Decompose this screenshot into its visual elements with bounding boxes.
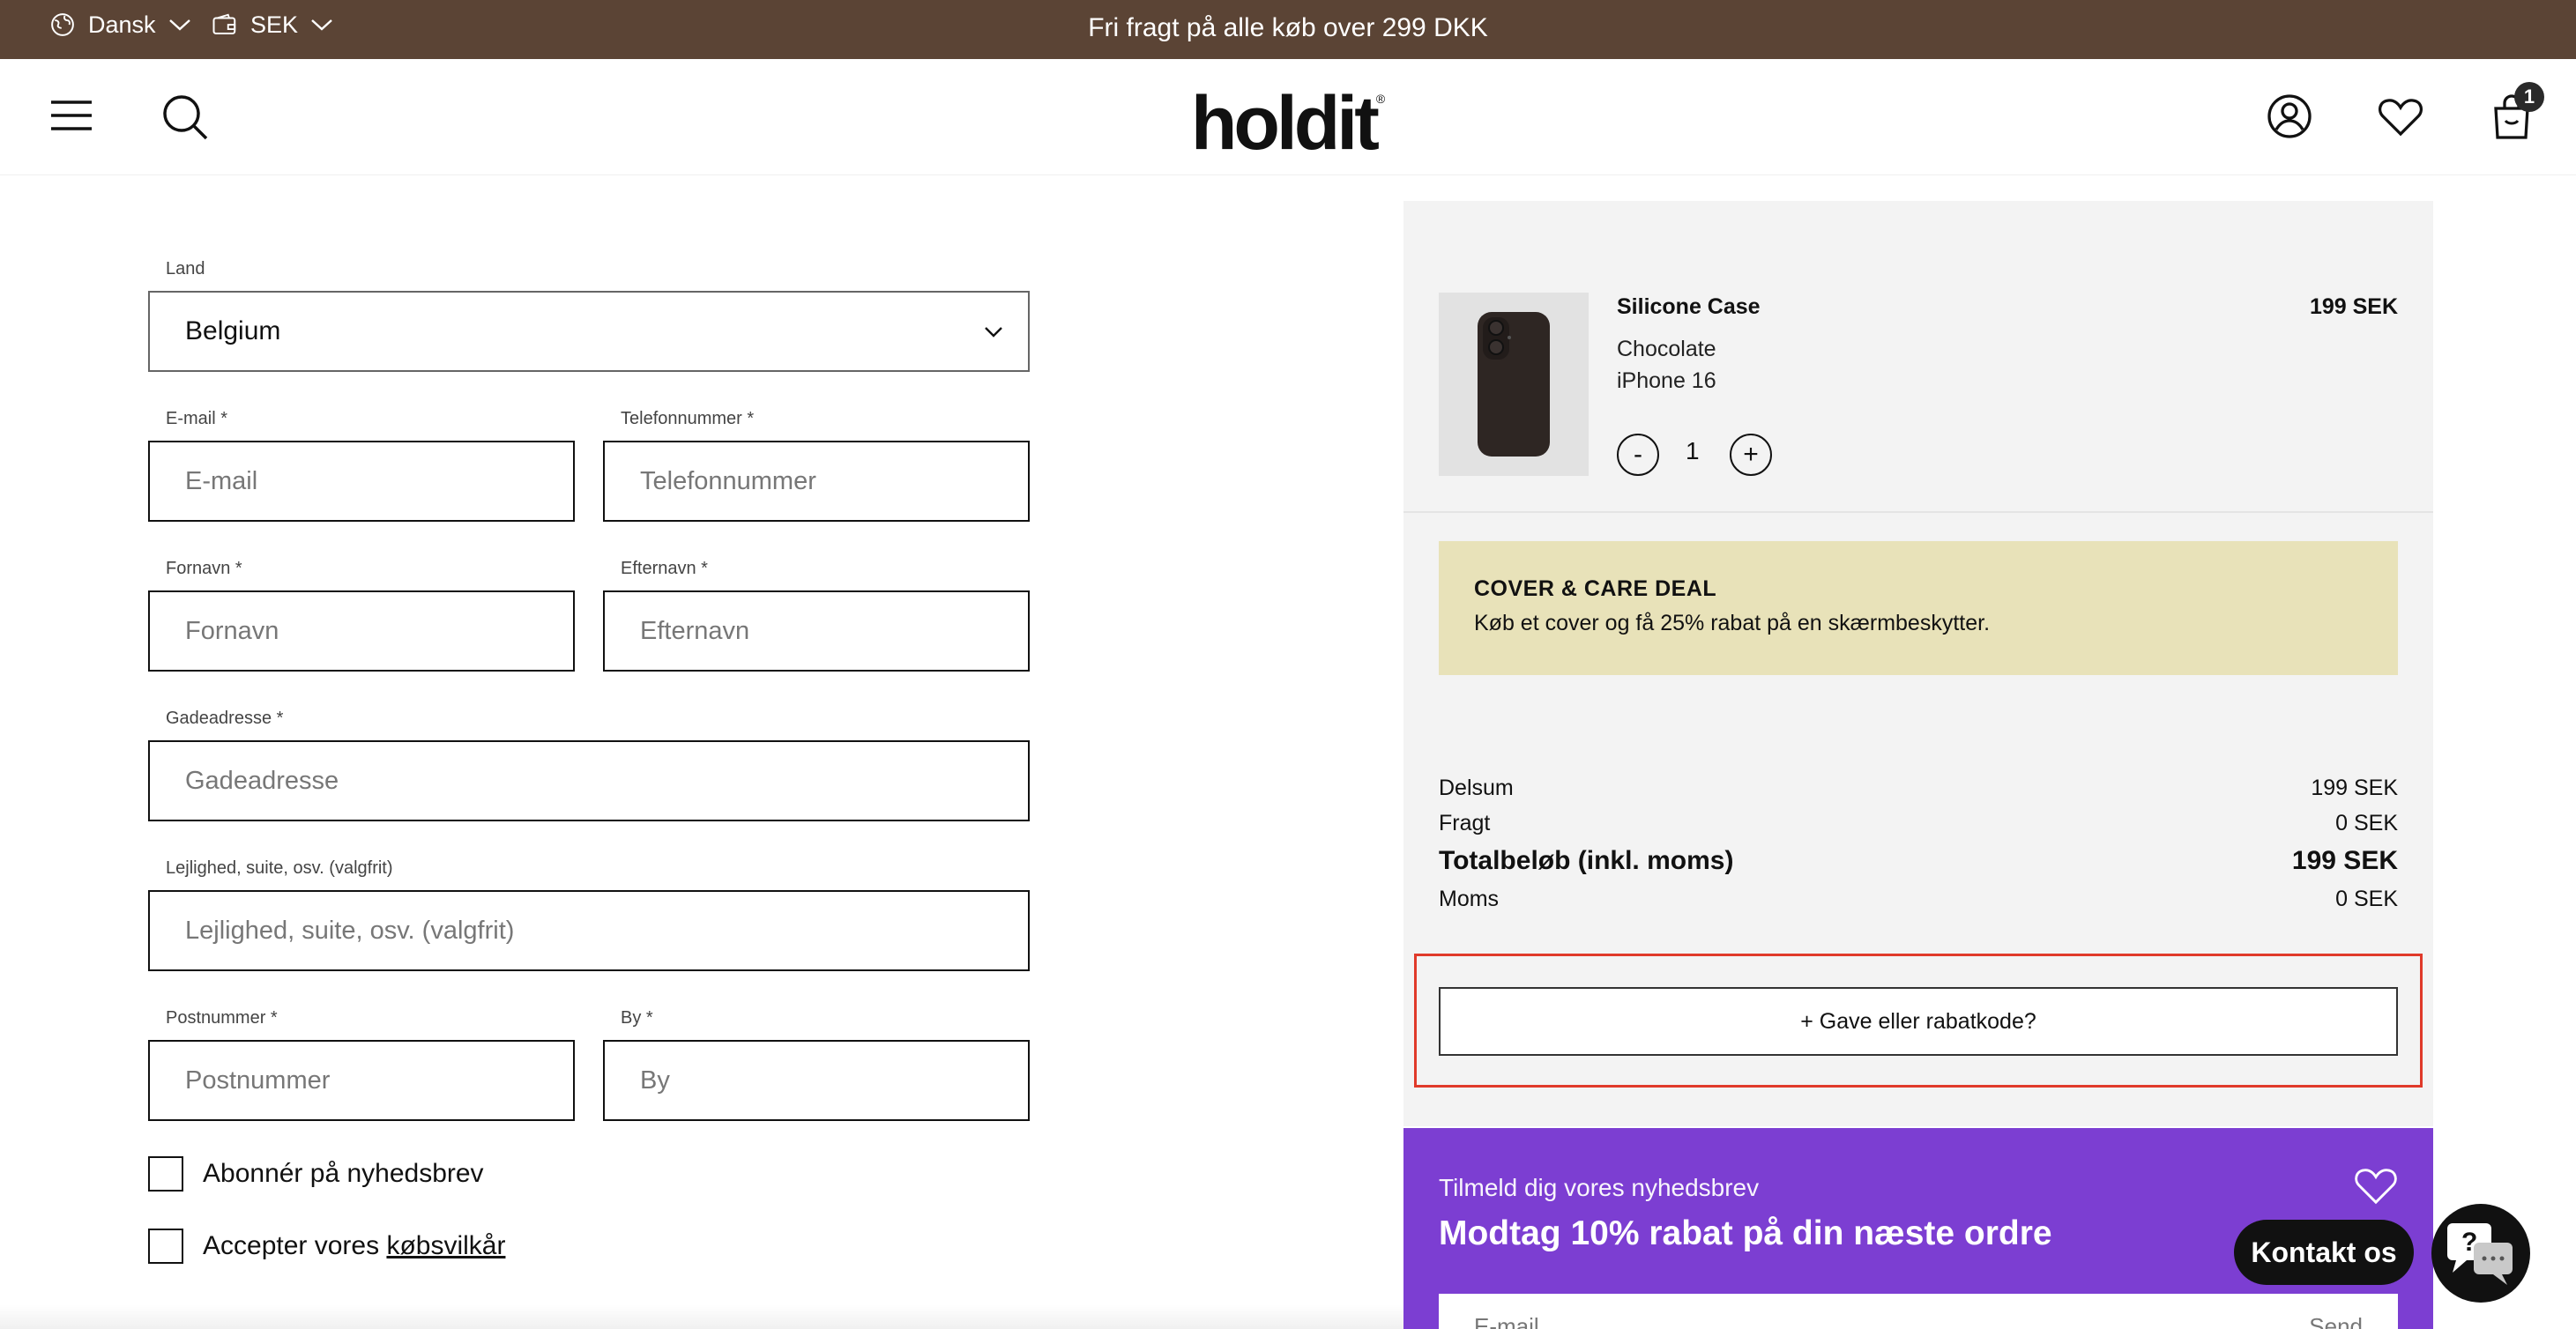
minus-glyph: -	[1634, 440, 1642, 469]
street-field-box	[148, 740, 1030, 821]
deal-text: Køb et cover og få 25% rabat på en skærm…	[1474, 611, 1991, 635]
terms-checkbox[interactable]	[148, 1229, 183, 1264]
newsletter-checkbox-row[interactable]: Abonnér på nyhedsbrev	[148, 1156, 484, 1192]
first-name-label: Fornavn *	[166, 559, 242, 578]
apartment-label: Lejlighed, suite, osv. (valgfrit)	[166, 858, 393, 878]
quantity-value: 1	[1686, 437, 1700, 464]
product-model: iPhone 16	[1617, 368, 1716, 393]
product-color: Chocolate	[1617, 337, 1716, 361]
registered-mark: ®	[1375, 92, 1386, 106]
postcode-label: Postnummer *	[166, 1008, 278, 1028]
newsletter-kicker: Tilmeld dig vores nyhedsbrev	[1439, 1174, 1760, 1201]
account-icon[interactable]	[2266, 93, 2313, 140]
newsletter-email-input[interactable]: E-mail Send	[1439, 1294, 2398, 1329]
first-name-field-box	[148, 590, 575, 672]
phone-field[interactable]	[605, 442, 1028, 520]
summary-divider	[1403, 511, 2433, 513]
deal-title: COVER & CARE DEAL	[1474, 576, 1717, 601]
apartment-field[interactable]	[150, 892, 1028, 969]
product-name: Silicone Case	[1617, 294, 1761, 319]
total-row: Totalbeløb (inkl. moms) 199 SEK	[1439, 846, 2398, 876]
country-label: Land	[166, 259, 205, 278]
gift-discount-code-button[interactable]: + Gave eller rabatkode?	[1439, 987, 2398, 1056]
newsletter-send-button[interactable]: Send	[2309, 1313, 2363, 1329]
cart-count-badge: 1	[2514, 82, 2544, 112]
subtotal-row: Delsum 199 SEK	[1439, 776, 2398, 801]
last-name-field[interactable]	[605, 592, 1028, 670]
product-price: 199 SEK	[2309, 294, 2398, 319]
newsletter-checkbox[interactable]	[148, 1156, 183, 1192]
quantity-increase-button[interactable]: +	[1730, 434, 1772, 476]
country-value: Belgium	[185, 316, 281, 345]
email-field-box	[148, 441, 575, 522]
last-name-label: Efternavn *	[621, 559, 708, 578]
city-field[interactable]	[605, 1042, 1028, 1119]
shipping-label: Fragt	[1439, 811, 1491, 835]
phone-label: Telefonnummer *	[621, 409, 755, 428]
shipping-row: Fragt 0 SEK	[1439, 811, 2398, 836]
site-header: holdit® 1	[0, 59, 2576, 175]
vat-value: 0 SEK	[2335, 887, 2398, 911]
heart-icon	[2355, 1169, 2397, 1205]
terms-label: Accepter vores	[203, 1231, 380, 1260]
shipping-value: 0 SEK	[2335, 811, 2398, 835]
postcode-field[interactable]	[150, 1042, 573, 1119]
terms-link[interactable]: købsvilkår	[386, 1231, 505, 1260]
brand-logo[interactable]: holdit®	[0, 80, 2576, 167]
email-field[interactable]	[150, 442, 573, 520]
cart-icon[interactable]: 1	[2491, 82, 2544, 140]
postcode-field-box	[148, 1040, 575, 1121]
street-label: Gadeadresse *	[166, 709, 284, 728]
subtotal-value: 199 SEK	[2311, 776, 2398, 800]
bottom-shadow	[0, 1304, 1403, 1329]
newsletter-checkbox-label: Abonnér på nyhedsbrev	[203, 1159, 484, 1188]
country-select[interactable]: Belgium	[148, 291, 1030, 372]
chat-glyph: ?	[2461, 1228, 2477, 1257]
vat-row: Moms 0 SEK	[1439, 887, 2398, 912]
street-field[interactable]	[150, 742, 1028, 820]
total-label: Totalbeløb (inkl. moms)	[1439, 846, 1734, 875]
plus-glyph: +	[1743, 440, 1759, 469]
total-value: 199 SEK	[2291, 846, 2398, 875]
newsletter-headline: Modtag 10% rabat på din næste ordre	[1439, 1214, 2052, 1252]
product-thumbnail[interactable]	[1439, 293, 1589, 476]
free-shipping-message: Fri fragt på alle køb over 299 DKK	[1088, 13, 1488, 42]
announcement-bar: Dansk SEK Fri fragt på alle køb over 299…	[0, 0, 2576, 59]
city-field-box	[603, 1040, 1030, 1121]
newsletter-email-placeholder: E-mail	[1474, 1313, 1539, 1329]
chat-bubble-icon: ?	[2447, 1223, 2513, 1285]
terms-checkbox-row[interactable]: Accepter vores købsvilkår	[148, 1229, 505, 1264]
chevron-down-icon	[985, 327, 1002, 338]
quantity-decrease-button[interactable]: -	[1617, 434, 1659, 476]
subtotal-label: Delsum	[1439, 776, 1514, 800]
apartment-field-box	[148, 890, 1030, 971]
contact-us-button[interactable]: Kontakt os	[2234, 1220, 2414, 1285]
chat-launcher[interactable]: ?	[2431, 1204, 2530, 1303]
first-name-field[interactable]	[150, 592, 573, 670]
email-label: E-mail *	[166, 409, 228, 428]
cover-care-deal-banner: COVER & CARE DEAL Køb et cover og få 25%…	[1439, 541, 2398, 675]
phone-field-box	[603, 441, 1030, 522]
city-label: By *	[621, 1008, 653, 1028]
phone-case-image	[1478, 312, 1550, 457]
last-name-field-box	[603, 590, 1030, 672]
logo-text: holdit	[1190, 81, 1380, 166]
vat-label: Moms	[1439, 887, 1500, 911]
wishlist-heart-icon[interactable]	[2377, 96, 2424, 138]
